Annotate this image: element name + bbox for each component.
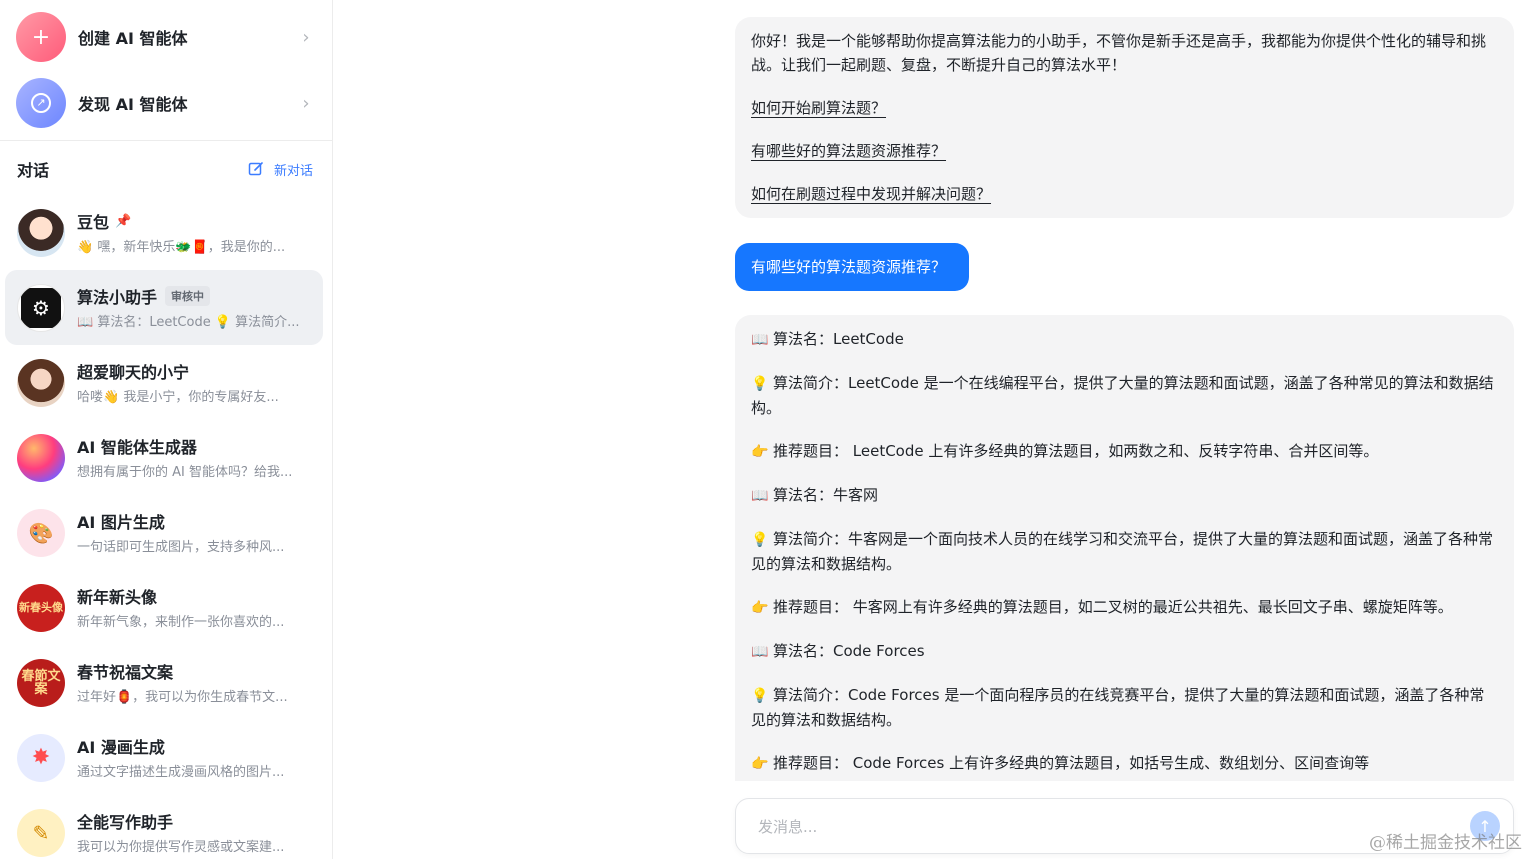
conversation-name: 全能写作助手 (77, 813, 174, 832)
conversation-name: AI 图片生成 (77, 513, 165, 532)
plus-icon: + (16, 12, 66, 62)
conversation-item-xiaoning[interactable]: 超爱聊天的小宁 哈喽👋 我是小宁，你的专属好友... (5, 345, 323, 420)
lightbulb-icon: 💡 (751, 532, 769, 548)
discover-agent-label: 发现 AI 智能体 (78, 95, 188, 114)
greeting-text: 你好！我是一个能够帮助你提高算法能力的小助手，不管你是新手还是高手，我都能为你提… (751, 32, 1487, 74)
burst-icon: ✸ (17, 733, 65, 782)
conversation-item-image-generation[interactable]: 🎨 AI 图片生成 一句话即可生成图片，支持多种风... (5, 495, 323, 570)
conversation-preview: 📖 算法名：LeetCode 💡 算法简介... (77, 315, 300, 330)
chat-area: 你好！我是一个能够帮助你提高算法能力的小助手，不管你是新手还是高手，我都能为你提… (334, 0, 1528, 859)
conversation-preview: 想拥有属于你的 AI 智能体吗？给我... (77, 465, 293, 480)
conversation-name: 新年新头像 (77, 588, 158, 607)
conversation-preview: 👋 嘿，新年快乐🐲🧧，我是你的... (77, 240, 286, 255)
suggestion-link[interactable]: 如何开始刷算法题？ (751, 96, 886, 120)
avatar: 新春头像 (17, 583, 65, 632)
answer-text: 算法名：Code Forces (773, 642, 925, 660)
conversation-item-spring-festival[interactable]: 春節文案 春节祝福文案 过年好🏮，我可以为你生成春节文... (5, 645, 323, 720)
create-agent-button[interactable]: + 创建 AI 智能体 › (16, 11, 316, 63)
pin-icon[interactable]: 📌 (115, 214, 131, 229)
answer-text: 算法简介：LeetCode 是一个在线编程平台，提供了大量的算法题和面试题，涵盖… (751, 374, 1494, 417)
conversation-preview: 新年新气象，来制作一张你喜欢的... (77, 615, 285, 630)
answer-line: 👉 推荐题目： Code Forces 上有许多经典的算法题目，如括号生成、数组划… (751, 751, 1498, 776)
conversations-header: 对话 新对话 (17, 157, 313, 181)
answer-line: 📖 算法名：Code Forces (751, 639, 1498, 664)
conversation-preview: 哈喽👋 我是小宁，你的专属好友... (77, 390, 279, 405)
answer-line: 💡 算法简介：LeetCode 是一个在线编程平台，提供了大量的算法题和面试题，涵… (751, 371, 1498, 420)
user-message: 有哪些好的算法题资源推荐？ (735, 243, 970, 291)
avatar: ⚙ (17, 283, 65, 332)
compass-icon: ↗ (16, 78, 66, 128)
bug-icon: ⚙ (21, 287, 61, 328)
answer-line: 💡 算法简介：牛客网是一个面向技术人员的在线学习和交流平台，提供了大量的算法题和面… (751, 527, 1498, 576)
answer-text: 推荐题目： 牛客网上有许多经典的算法题目，如二叉树的最近公共祖先、最长回文子串、… (773, 598, 1453, 616)
suggestion-link[interactable]: 有哪些好的算法题资源推荐？ (751, 139, 946, 163)
suggestion-link[interactable]: 如何在刷题过程中发现并解决问题？ (751, 182, 991, 206)
chevron-right-icon: › (302, 26, 310, 48)
conversation-name: 超爱聊天的小宁 (77, 363, 190, 382)
answer-line: 💡 算法简介：Code Forces 是一个面向程序员的在线竞赛平台，提供了大量的… (751, 683, 1498, 732)
pointing-hand-icon: 👉 (751, 600, 769, 616)
conversation-item-doubao[interactable]: 豆包 📌 👋 嘿，新年快乐🐲🧧，我是你的... (5, 195, 323, 270)
answer-text: 算法名：牛客网 (773, 486, 879, 504)
conversation-preview: 一句话即可生成图片，支持多种风... (77, 540, 285, 555)
conversation-preview: 通过文字描述生成漫画风格的图片... (77, 765, 285, 780)
book-icon: 📖 (751, 644, 769, 660)
discover-agent-button[interactable]: ↗ 发现 AI 智能体 › (16, 77, 316, 129)
status-badge: 审核中 (165, 286, 211, 306)
answer-line: 📖 算法名：牛客网 (751, 483, 1498, 508)
conversation-preview: 我可以为你提供写作灵感或文案建... (77, 840, 285, 855)
chevron-right-icon: › (302, 92, 310, 114)
avatar (17, 433, 65, 482)
answer-line: 👉 推荐题目： 牛客网上有许多经典的算法题目，如二叉树的最近公共祖先、最长回文子串… (751, 595, 1498, 620)
conversation-name: AI 智能体生成器 (77, 438, 197, 457)
answer-text: 算法名：LeetCode (773, 330, 904, 348)
avatar (17, 208, 65, 257)
answer-text: 算法简介：Code Forces 是一个面向程序员的在线竞赛平台，提供了大量的算… (751, 686, 1485, 729)
pointing-hand-icon: 👉 (751, 756, 769, 772)
avatar (17, 358, 65, 407)
edit-icon (248, 162, 263, 176)
conversation-list: 豆包 📌 👋 嘿，新年快乐🐲🧧，我是你的... ⚙ 算法小助手 审核中 📖 算法名：… (5, 195, 323, 859)
book-icon: 📖 (751, 332, 769, 348)
answer-line: 📖 算法名：LeetCode (751, 327, 1498, 352)
conversation-item-algorithm-helper[interactable]: ⚙ 算法小助手 审核中 📖 算法名：LeetCode 💡 算法简介... (5, 270, 323, 345)
answer-text: 推荐题目： LeetCode 上有许多经典的算法题目，如两数之和、反转字符串、合… (773, 442, 1379, 460)
pointing-hand-icon: 👉 (751, 444, 769, 460)
lightbulb-icon: 💡 (751, 688, 769, 704)
bot-greeting-message: 你好！我是一个能够帮助你提高算法能力的小助手，不管你是新手还是高手，我都能为你提… (735, 17, 1514, 218)
bot-answer-message: 📖 算法名：LeetCode 💡 算法简介：LeetCode 是一个在线编程平台，提… (735, 315, 1514, 781)
conversation-name: AI 漫画生成 (77, 738, 165, 757)
answer-text: 推荐题目： Code Forces 上有许多经典的算法题目，如括号生成、数组划分… (773, 754, 1370, 772)
pencil-icon: ✎ (17, 808, 65, 857)
palette-icon: 🎨 (17, 508, 65, 557)
avatar: 春節文案 (17, 658, 65, 707)
answer-line: 👉 推荐题目： LeetCode 上有许多经典的算法题目，如两数之和、反转字符串、… (751, 439, 1498, 464)
conversation-item-comic-generation[interactable]: ✸ AI 漫画生成 通过文字描述生成漫画风格的图片... (5, 720, 323, 795)
conversations-title: 对话 (17, 161, 50, 180)
sidebar: + 创建 AI 智能体 › ↗ 发现 AI 智能体 › 对话 新对话 豆包 📌 👋… (0, 0, 333, 859)
message-input[interactable] (758, 815, 1438, 839)
sidebar-divider (0, 140, 332, 141)
conversation-name: 春节祝福文案 (77, 663, 174, 682)
book-icon: 📖 (751, 488, 769, 504)
conversation-item-agent-generator[interactable]: AI 智能体生成器 想拥有属于你的 AI 智能体吗？给我... (5, 420, 323, 495)
conversation-item-writing-assistant[interactable]: ✎ 全能写作助手 我可以为你提供写作灵感或文案建... (5, 795, 323, 859)
conversation-name: 算法小助手 (77, 288, 158, 307)
watermark: @稀土掘金技术社区 (1369, 833, 1522, 853)
conversation-preview: 过年好🏮，我可以为你生成春节文... (77, 690, 288, 705)
new-chat-label: 新对话 (273, 163, 313, 179)
new-chat-button[interactable]: 新对话 (248, 160, 313, 179)
lightbulb-icon: 💡 (751, 376, 769, 392)
conversation-name: 豆包 (77, 213, 110, 232)
answer-text: 算法简介：牛客网是一个面向技术人员的在线学习和交流平台，提供了大量的算法题和面试… (751, 530, 1494, 573)
conversation-item-new-year-avatar[interactable]: 新春头像 新年新头像 新年新气象，来制作一张你喜欢的... (5, 570, 323, 645)
create-agent-label: 创建 AI 智能体 (78, 29, 188, 48)
